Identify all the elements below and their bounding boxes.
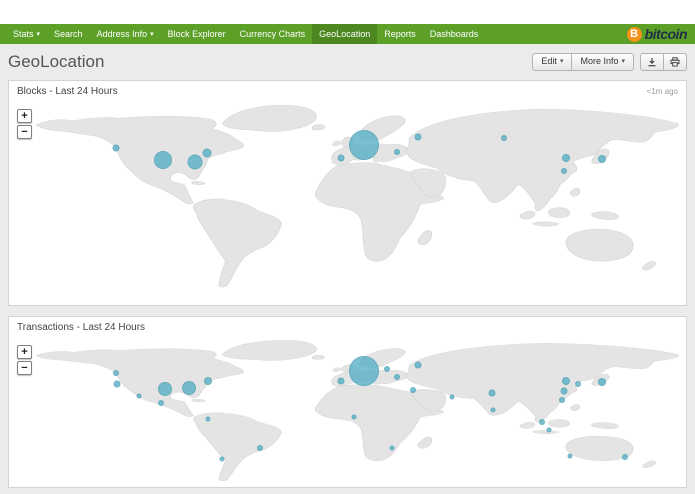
bitcoin-logo[interactable]: B bitcoin xyxy=(626,24,689,44)
map-bubble xyxy=(500,134,507,141)
map-bubble xyxy=(449,394,455,400)
map-bubble xyxy=(574,380,581,387)
screen: Stats ▾ Search Address Info ▾ Block Explorer C… xyxy=(0,0,695,494)
transactions-bubbles-layer xyxy=(9,337,686,487)
navbar: Stats ▾ Search Address Info ▾ Block Explorer C… xyxy=(0,24,695,44)
map-bubble xyxy=(337,154,345,162)
map-bubble xyxy=(598,154,607,163)
map-bubble xyxy=(154,150,173,169)
zoom-control: + − xyxy=(17,109,32,139)
map-bubble xyxy=(202,148,212,158)
edit-button[interactable]: Edit ▾ xyxy=(532,53,573,71)
brand-name: bitcoin xyxy=(644,26,688,42)
nav-item-currency-charts[interactable]: Currency Charts xyxy=(233,24,313,44)
print-button[interactable] xyxy=(664,53,687,71)
print-icon xyxy=(670,57,680,67)
transactions-panel-title: Transactions - Last 24 Hours xyxy=(17,322,146,333)
map-bubble xyxy=(205,416,211,422)
header-actions: Edit ▾ More Info ▾ xyxy=(532,53,687,71)
zoom-out-button[interactable]: − xyxy=(17,125,32,139)
chevron-down-icon: ▾ xyxy=(621,58,625,66)
map-bubble xyxy=(539,419,546,426)
transactions-map[interactable]: + − xyxy=(9,337,686,487)
bitcoin-coin-icon: B xyxy=(626,26,642,42)
map-bubble xyxy=(182,381,197,395)
map-bubble xyxy=(560,387,568,395)
map-bubble xyxy=(598,377,607,386)
map-bubble xyxy=(204,376,213,385)
edit-button-label: Edit xyxy=(541,56,557,67)
map-bubble xyxy=(562,377,571,386)
map-bubble xyxy=(187,154,203,170)
blocks-panel-header: Blocks - Last 24 Hours <1m ago xyxy=(9,81,686,101)
export-button-group xyxy=(640,53,687,71)
blocks-bubbles-layer xyxy=(9,101,686,295)
map-bubble xyxy=(414,133,422,141)
map-bubble xyxy=(622,454,629,460)
map-bubble xyxy=(158,381,173,396)
map-bubble xyxy=(348,355,379,386)
blocks-panel-title: Blocks - Last 24 Hours xyxy=(17,86,118,97)
zoom-out-button[interactable]: − xyxy=(17,361,32,375)
map-bubble xyxy=(113,380,121,388)
nav-item-stats[interactable]: Stats ▾ xyxy=(6,24,47,44)
more-info-button-label: More Info xyxy=(580,56,619,67)
nav-item-dashboards[interactable]: Dashboards xyxy=(423,24,486,44)
map-bubble xyxy=(414,361,422,369)
map-bubble xyxy=(158,400,165,407)
chevron-down-icon: ▾ xyxy=(150,31,154,38)
page-title: GeoLocation xyxy=(8,52,105,71)
nav-menu: Stats ▾ Search Address Info ▾ Block Explorer C… xyxy=(6,24,485,44)
blocks-map[interactable]: + − xyxy=(9,101,686,295)
map-bubble xyxy=(389,445,394,451)
zoom-control: + − xyxy=(17,345,32,375)
transactions-panel: Transactions - Last 24 Hours + − xyxy=(8,316,687,488)
map-bubble xyxy=(561,167,568,174)
map-bubble xyxy=(257,445,264,452)
download-button[interactable] xyxy=(640,53,664,71)
map-bubble xyxy=(546,427,552,433)
edit-button-group: Edit ▾ More Info ▾ xyxy=(532,53,634,71)
map-bubble xyxy=(383,365,390,372)
content-area: GeoLocation Edit ▾ More Info ▾ Blocks - … xyxy=(0,44,695,494)
zoom-in-button[interactable]: + xyxy=(17,109,32,123)
nav-item-block-explorer[interactable]: Block Explorer xyxy=(161,24,233,44)
map-bubble xyxy=(393,373,400,380)
page-header: GeoLocation Edit ▾ More Info ▾ xyxy=(8,52,687,72)
map-bubble xyxy=(351,414,357,420)
map-bubble xyxy=(348,129,379,160)
chevron-down-icon: ▾ xyxy=(559,58,564,66)
map-bubble xyxy=(559,397,566,403)
map-bubble xyxy=(488,389,496,397)
download-icon xyxy=(648,58,656,67)
map-bubble xyxy=(393,149,400,156)
nav-item-search[interactable]: Search xyxy=(47,24,90,44)
nav-item-geolocation[interactable]: GeoLocation xyxy=(312,24,378,44)
map-bubble xyxy=(337,377,345,385)
map-bubble xyxy=(567,453,573,458)
map-bubble xyxy=(112,370,119,377)
top-strip xyxy=(0,0,695,24)
map-bubble xyxy=(410,386,417,393)
map-bubble xyxy=(490,407,496,413)
blocks-panel: Blocks - Last 24 Hours <1m ago + − xyxy=(8,80,687,306)
chevron-down-icon: ▾ xyxy=(36,31,41,38)
map-bubble xyxy=(219,456,225,461)
map-bubble xyxy=(136,393,142,398)
more-info-button[interactable]: More Info ▾ xyxy=(572,53,634,71)
zoom-in-button[interactable]: + xyxy=(17,345,32,359)
map-bubble xyxy=(562,154,571,163)
blocks-last-updated: <1m ago xyxy=(646,87,678,96)
transactions-panel-header: Transactions - Last 24 Hours xyxy=(9,317,686,337)
map-bubble xyxy=(112,144,120,152)
nav-item-address-info[interactable]: Address Info ▾ xyxy=(90,24,161,44)
nav-item-reports[interactable]: Reports xyxy=(377,24,423,44)
